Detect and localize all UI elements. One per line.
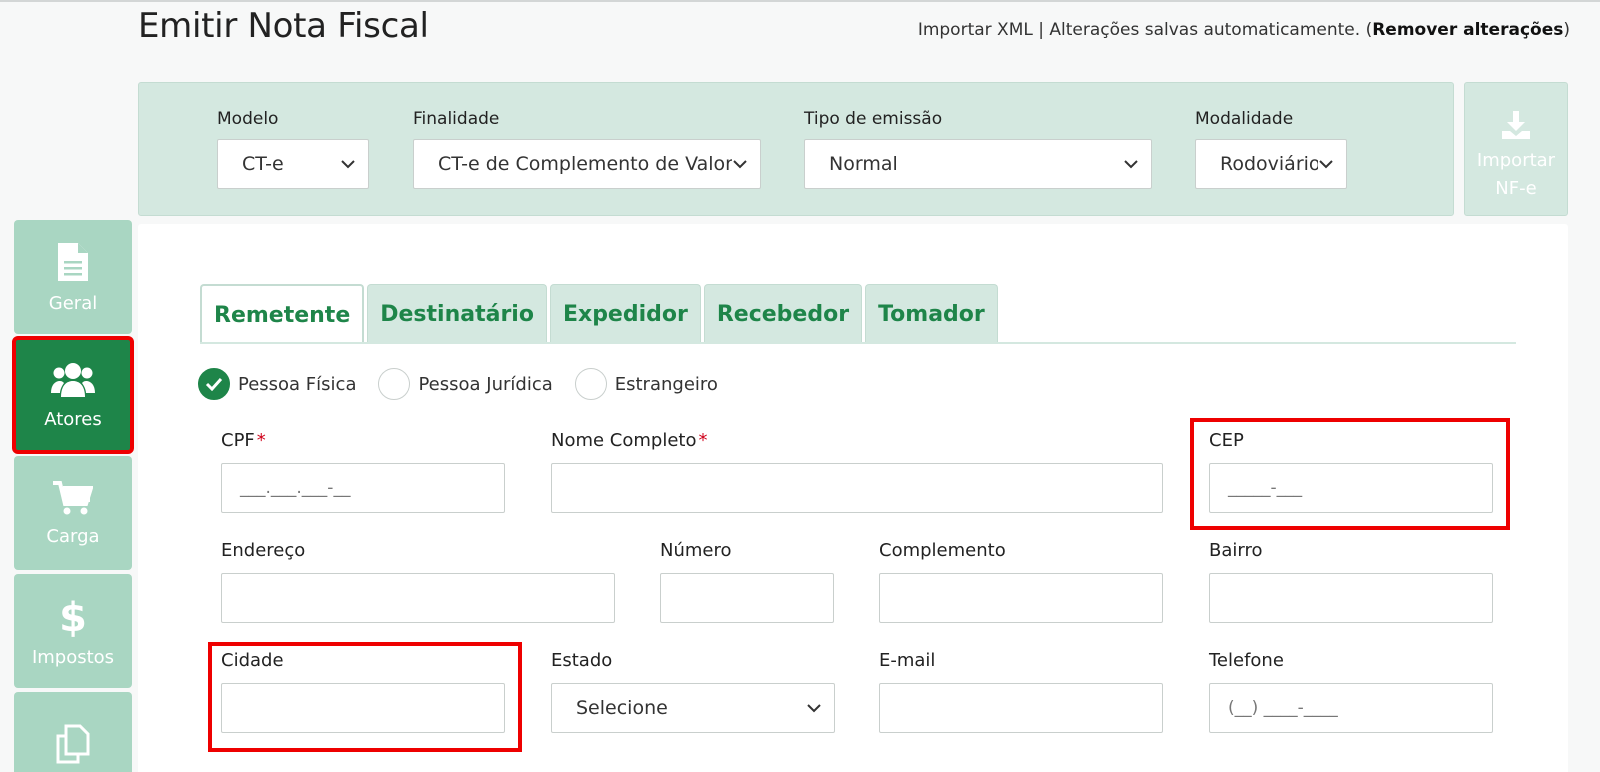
endereco-input[interactable] [221,573,615,623]
autosave-status: | Alterações salvas automaticamente. ( [1032,20,1373,40]
modelo-label: Modelo [217,109,279,129]
telefone-field: Telefone (__) ____-____ [1209,650,1493,733]
estado-field: Estado Selecione [551,650,835,733]
person-type-radios: Pessoa Física Pessoa Jurídica Estrangeir… [198,368,740,400]
page-title: Emitir Nota Fiscal [138,6,429,46]
config-bar: Modelo CT-e Finalidade CT-e de Complemen… [138,82,1454,216]
tipo-emissao-group: Tipo de emissão Normal [804,109,1152,189]
import-xml-link[interactable]: Importar XML [918,20,1033,40]
nome-field: Nome Completo * [551,430,1163,513]
tab-remetente[interactable]: Remetente [200,284,365,344]
bairro-field: Bairro [1209,540,1493,623]
radio-pessoa-fisica[interactable]: Pessoa Física [198,368,356,400]
radio-pessoa-juridica[interactable]: Pessoa Jurídica [378,368,553,400]
numero-field: Número [660,540,834,623]
dollar-icon: $ [60,595,86,637]
chevron-down-icon [807,704,821,713]
chevron-down-icon [1124,160,1138,169]
chevron-down-icon [1318,156,1334,172]
modalidade-label: Modalidade [1195,109,1294,129]
cart-icon [53,480,93,514]
tab-recebedor[interactable]: Recebedor [703,284,863,344]
complemento-field: Complemento [879,540,1163,623]
telefone-input[interactable]: (__) ____-____ [1209,683,1493,733]
sidebar-item-carga[interactable]: Carga [14,456,132,570]
copy-icon [56,724,90,764]
sidebar-item-copy[interactable] [14,692,132,772]
radio-circle [574,368,607,400]
users-icon [51,362,95,397]
modelo-group: Modelo CT-e [217,109,369,189]
numero-input[interactable] [660,573,834,623]
radio-estrangeiro[interactable]: Estrangeiro [574,368,718,400]
chevron-down-icon [341,160,355,169]
download-icon [1502,111,1530,139]
tipo-emissao-select[interactable]: Normal [804,139,1152,189]
email-input[interactable] [879,683,1163,733]
modalidade-group: Modalidade Rodoviário [1195,109,1347,189]
svg-text:$: $ [60,595,86,637]
check-icon [198,368,230,400]
sidebar-item-geral[interactable]: Geral [14,220,132,334]
cidade-highlight-box [208,642,522,752]
bairro-input[interactable] [1209,573,1493,623]
cpf-field: CPF * ___.___.___-__ [221,430,505,513]
document-icon [58,242,88,281]
modalidade-select[interactable]: Rodoviário [1195,139,1347,189]
tab-expedidor[interactable]: Expedidor [549,284,701,344]
complemento-input[interactable] [879,573,1163,623]
estado-select[interactable]: Selecione [551,683,835,733]
import-nfe-button[interactable]: Importar NF-e [1464,82,1568,216]
finalidade-select[interactable]: CT-e de Complemento de Valor [413,139,761,189]
email-field: E-mail [879,650,1163,733]
remove-changes-link[interactable]: Remover alterações [1372,20,1563,40]
sidebar-item-atores[interactable]: Atores [12,336,134,454]
cep-highlight-box [1190,418,1510,530]
chevron-down-icon [732,156,748,172]
modelo-select[interactable]: CT-e [217,139,369,189]
top-links: Importar XML | Alterações salvas automat… [917,20,1570,40]
cpf-input[interactable]: ___.___.___-__ [221,463,505,513]
tab-destinatario[interactable]: Destinatário [367,284,547,344]
sidebar-item-impostos[interactable]: $ Impostos [14,574,132,688]
tipo-emissao-label: Tipo de emissão [804,109,943,129]
finalidade-label: Finalidade [413,109,500,129]
finalidade-group: Finalidade CT-e de Complemento de Valor [413,109,761,189]
endereco-field: Endereço [221,540,615,623]
radio-circle [378,368,411,400]
tab-tomador[interactable]: Tomador [865,284,998,344]
tab-underline [200,342,1516,344]
actor-tabs: Remetente Destinatário Expedidor Recebed… [200,284,998,344]
nome-input[interactable] [551,463,1163,513]
